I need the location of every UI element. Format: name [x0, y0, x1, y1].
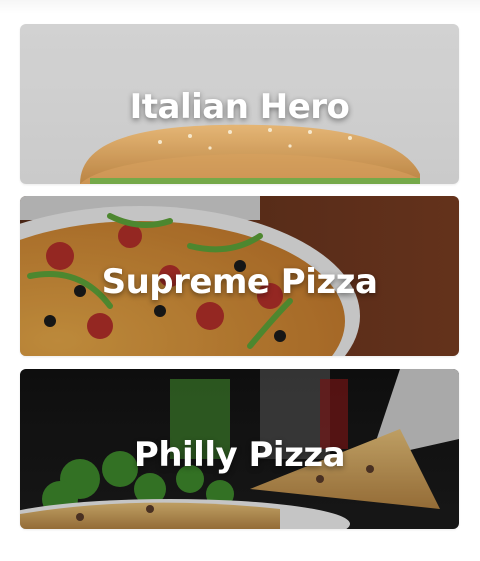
menu-card-supreme-pizza[interactable]: Supreme Pizza: [20, 196, 459, 356]
menu-card-philly-pizza[interactable]: Philly Pizza: [20, 369, 459, 529]
top-fade: [0, 0, 480, 14]
menu-card-title: Italian Hero: [129, 87, 350, 128]
menu-card-title: Supreme Pizza: [101, 262, 378, 303]
menu-page: Italian Hero Supreme Pizza Philly Pizza: [0, 0, 480, 561]
menu-card-title: Philly Pizza: [133, 435, 346, 476]
menu-card-italian-hero[interactable]: Italian Hero: [20, 24, 459, 184]
